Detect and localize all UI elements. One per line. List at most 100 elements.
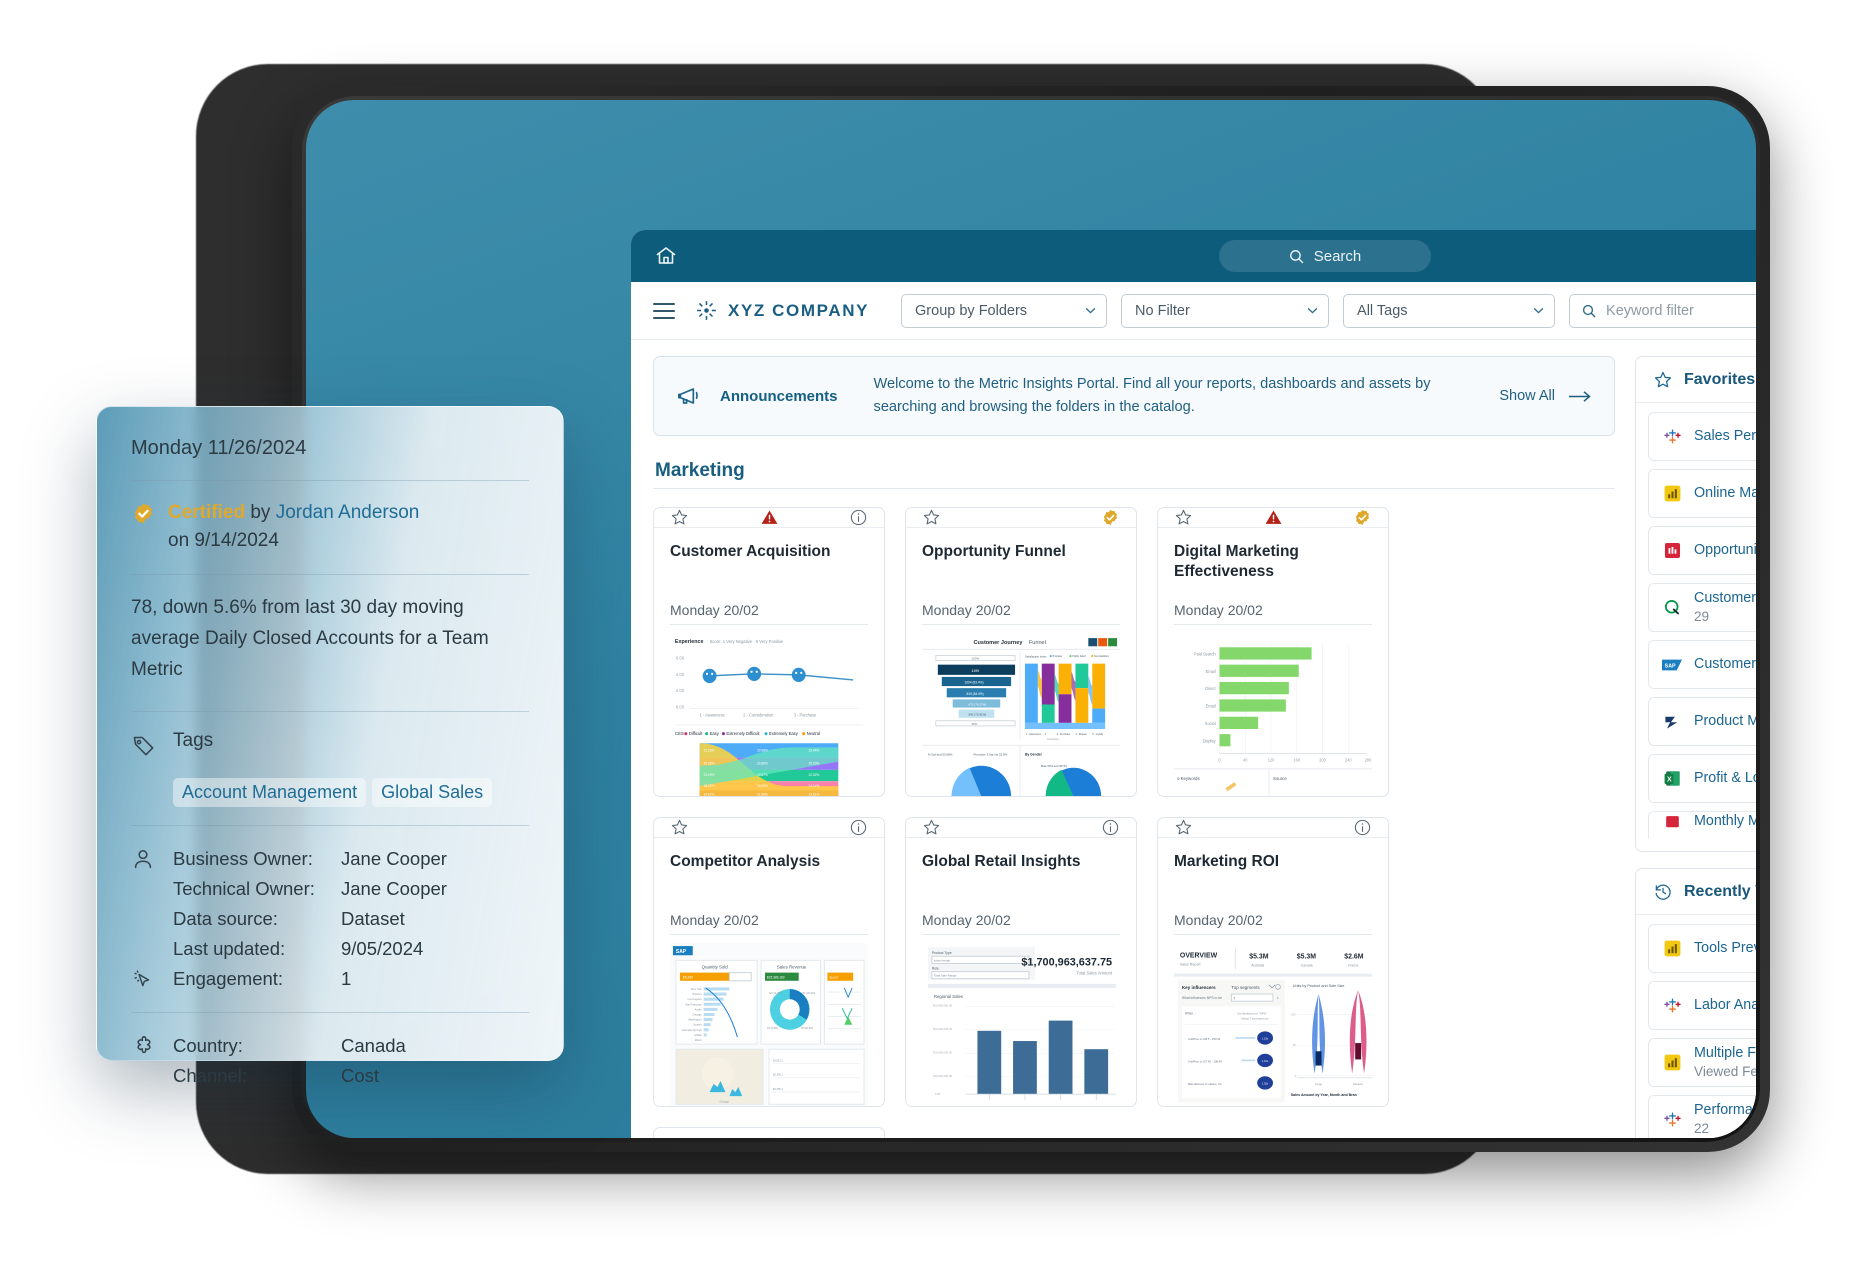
svg-text:Colorado Springs: Colorado Springs	[682, 1028, 703, 1032]
alert-triangle-icon[interactable]	[1264, 508, 1283, 527]
popover-divider	[131, 574, 529, 576]
info-icon[interactable]	[1101, 818, 1120, 837]
svg-text:Total Sale Range: Total Sale Range	[934, 974, 957, 978]
meta-key: Data source:	[173, 908, 278, 930]
chevron-down-icon	[1533, 307, 1544, 314]
certified-badge-icon[interactable]	[1101, 508, 1120, 527]
group-by-select[interactable]: Group by Folders	[901, 293, 1108, 328]
svg-text:78 (30.4%): 78 (30.4%)	[801, 1026, 814, 1030]
list-item[interactable]: SAP Customer Turnover Last Viewed Jan 18	[1648, 640, 1756, 689]
list-item-name: Sales Performance	[1694, 428, 1756, 445]
svg-text:Extremely Difficult: Extremely Difficult	[726, 731, 760, 736]
meta-key: Engagement:	[173, 968, 284, 990]
info-icon[interactable]	[1353, 818, 1372, 837]
owner-meta-values: Business Owner: Jane Cooper Technical Ow…	[173, 844, 529, 964]
screenshot-root: Search XYZ COMPANY Group by Folders No F…	[0, 0, 1856, 1282]
meta-value: Cost	[341, 1065, 380, 1087]
list-item[interactable]: Tools Preview Last Viewed Feb 22	[1648, 924, 1756, 973]
card-header	[1158, 508, 1388, 528]
svg-text:OVERVIEW: OVERVIEW	[1180, 952, 1218, 959]
svg-text:$15,389,163: $15,389,163	[767, 976, 785, 980]
svg-text:100%: 100%	[972, 657, 980, 661]
asset-card[interactable]: Marketing ROI Monday 20/02 OVERVIEW Sale…	[1157, 817, 1389, 1107]
svg-text:50: 50	[1293, 1043, 1296, 1047]
star-icon[interactable]	[1174, 818, 1193, 837]
list-item[interactable]: Product Mix Last Viewed Jan 15	[1648, 697, 1756, 746]
card-date: Monday 20/02	[670, 912, 759, 928]
svg-text:542 (73.91%): 542 (73.91%)	[969, 712, 987, 716]
list-item[interactable]: Labor Analysis Last Viewed Feb 19	[1648, 981, 1756, 1030]
tags-select[interactable]: All Tags	[1343, 293, 1556, 328]
tag-icon	[131, 730, 157, 764]
svg-text:Non-Satisfied: Non-Satisfied	[1094, 655, 1109, 658]
card-date: Monday 20/02	[670, 602, 759, 618]
svg-text:160: 160	[1293, 758, 1300, 763]
info-icon[interactable]	[849, 818, 868, 837]
certified-label: Certified	[168, 502, 246, 523]
qlik-icon	[1662, 598, 1682, 618]
list-item[interactable]: Performance Tracker Last Viewed Jan 22	[1648, 1095, 1756, 1138]
svg-text:23.19%: 23.19%	[704, 773, 715, 777]
section-divider	[653, 488, 1615, 489]
asset-card[interactable]: Global Retail Insights Monday 20/02 Prod…	[905, 817, 1137, 1107]
svg-text:Score: 1 Very Negative - 5 Ver: Score: 1 Very Negative - 5 Very Positive	[710, 639, 784, 644]
svg-text:Email: Email	[1206, 703, 1216, 708]
svg-text:Experience: Experience	[675, 639, 703, 645]
card-header	[654, 818, 884, 838]
svg-text:o Keywords: o Keywords	[1177, 776, 1200, 781]
list-item[interactable]: Customer Acquisition Last Viewed Jan 29	[1648, 583, 1756, 632]
search-button[interactable]: Search	[1218, 240, 1431, 272]
svg-text:Dallas: Dallas	[695, 1033, 703, 1037]
star-icon[interactable]	[670, 508, 689, 527]
svg-text:240: 240	[1345, 758, 1352, 763]
asset-card[interactable]: Competitor Analysis Monday 20/02 SAP Qua…	[653, 817, 885, 1107]
list-item[interactable]: Online Marketing Last Viewed Feb 16	[1648, 469, 1756, 518]
svg-text:Austin: Austin	[695, 1007, 703, 1011]
certifier-name[interactable]: Jordan Anderson	[276, 502, 420, 523]
svg-text:16.48%: 16.48%	[757, 784, 768, 788]
brand[interactable]: XYZ COMPANY	[695, 299, 869, 322]
keyword-filter-input[interactable]: Keyword filter	[1569, 293, 1756, 328]
right-sidebar: Favorites Sales Per Online M Opportun Cu…	[1633, 340, 1756, 1138]
card-date: Monday 20/02	[922, 912, 1011, 928]
info-icon[interactable]	[849, 508, 868, 527]
card-body: Marketing ROI Monday 20/02 OVERVIEW Sale…	[1158, 838, 1388, 1106]
asset-card[interactable]: Opportunity Funnel Monday 20/02 Customer…	[905, 507, 1137, 797]
asset-card[interactable]: Customer Acquisition Monday 20/02 Experi…	[653, 507, 885, 797]
list-item[interactable]: Sales Performance Last Viewed Feb 22	[1648, 412, 1756, 461]
list-item[interactable]: Opportunity Funnel Last Viewed Feb 6	[1648, 526, 1756, 575]
star-icon[interactable]	[922, 508, 941, 527]
tag-chip[interactable]: Global Sales	[372, 778, 493, 808]
asset-card[interactable]: Customer Behavior Monday 20/02	[653, 1127, 885, 1138]
list-item-name: Monthly Management Review	[1694, 813, 1756, 829]
star-icon[interactable]	[922, 818, 941, 837]
alert-triangle-icon[interactable]	[760, 508, 779, 527]
list-item[interactable]: X Profit & Loss Last Viewed Jan 4	[1648, 754, 1756, 803]
svg-text:Email: Email	[1206, 669, 1216, 674]
svg-text:$2.6M: $2.6M	[1344, 953, 1363, 960]
arrow-right-icon	[1569, 390, 1591, 402]
svg-text:Sales Amount by Year, Month an: Sales Amount by Year, Month and Bran	[1291, 1093, 1357, 1097]
svg-text:Funnel: Funnel	[1029, 640, 1046, 646]
popover-divider	[131, 711, 529, 713]
svg-text:400,000,000.00: 400,000,000.00	[933, 1003, 953, 1007]
microstrategy-icon	[1662, 712, 1682, 732]
svg-text:120: 120	[1268, 758, 1275, 763]
home-icon[interactable]	[653, 243, 679, 269]
list-item-text: Customer Acquisition Last Viewed Jan 29	[1694, 589, 1756, 625]
svg-text:By Gender: By Gender	[1025, 752, 1043, 756]
meta-value: Canada	[341, 1035, 406, 1057]
hamburger-icon[interactable]	[653, 302, 675, 319]
list-item[interactable]: Monthly Management Review	[1648, 811, 1756, 839]
show-all-link[interactable]: Show All	[1499, 388, 1592, 404]
tag-chip[interactable]: Account Management	[173, 778, 367, 808]
star-icon[interactable]	[1174, 508, 1193, 527]
star-icon[interactable]	[670, 818, 689, 837]
favorites-title: Favorites	[1684, 370, 1756, 388]
report-icon	[1662, 812, 1682, 832]
asset-card[interactable]: Digital Marketing Effectiveness Monday 2…	[1157, 507, 1389, 797]
svg-text:1004 (83.4%): 1004 (83.4%)	[965, 681, 984, 685]
certified-badge-icon[interactable]	[1353, 508, 1372, 527]
list-item[interactable]: Multiple Filters & Tools Preview Last Vi…	[1648, 1038, 1756, 1087]
filter-select[interactable]: No Filter	[1121, 293, 1330, 328]
